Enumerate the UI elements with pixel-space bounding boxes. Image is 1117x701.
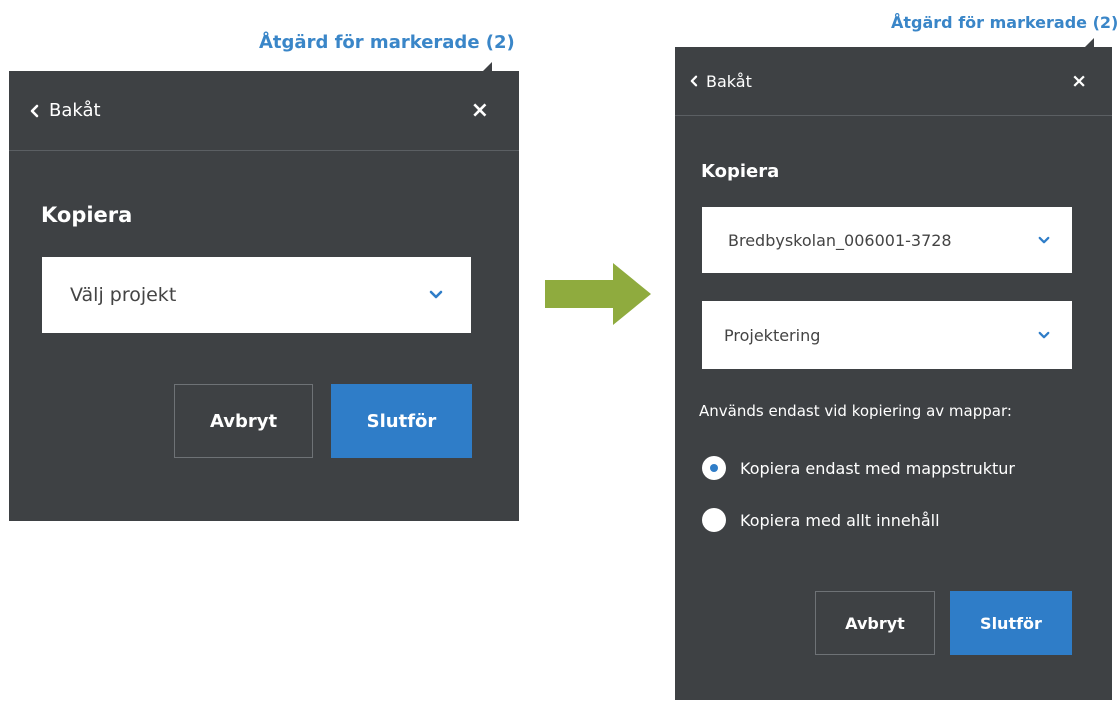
back-label: Bakåt [706, 71, 752, 91]
copy-dialog-expanded: Bakåt × Kopiera Bredbyskolan_006001-3728… [675, 38, 1112, 700]
folder-select-value: Projektering [724, 325, 821, 345]
back-label: Bakåt [49, 100, 101, 121]
dialog-title: Kopiera [41, 203, 133, 227]
chevron-left-icon [29, 104, 39, 118]
chevron-down-icon [1038, 236, 1050, 245]
cancel-button[interactable]: Avbryt [174, 384, 313, 458]
bulk-action-trigger-right[interactable]: Åtgärd för markerade (2) [891, 15, 1117, 31]
dialog-header: Bakåt × [675, 47, 1112, 116]
bulk-action-trigger[interactable]: Åtgärd för markerade (2) [259, 34, 515, 52]
radio-button-checked[interactable] [702, 456, 726, 480]
radio-button-unchecked[interactable] [702, 508, 726, 532]
chevron-down-icon [1038, 331, 1050, 340]
dialog-title: Kopiera [701, 161, 780, 182]
folder-select[interactable]: Projektering [702, 301, 1072, 369]
arrow-right-icon [545, 263, 651, 329]
finish-button[interactable]: Slutför [950, 591, 1072, 655]
radio-label: Kopiera med allt innehåll [740, 510, 940, 530]
project-select-value: Välj projekt [70, 284, 177, 306]
radio-option-structure-only[interactable]: Kopiera endast med mappstruktur [702, 456, 1015, 480]
close-icon[interactable]: × [471, 99, 489, 122]
back-button[interactable]: Bakåt [29, 100, 101, 121]
chevron-left-icon [689, 75, 698, 87]
cancel-button[interactable]: Avbryt [815, 591, 935, 655]
close-icon[interactable]: × [1071, 71, 1087, 91]
chevron-down-icon [429, 290, 443, 300]
back-button[interactable]: Bakåt [689, 72, 752, 91]
dialog-caret [1085, 38, 1094, 47]
project-select-value: Bredbyskolan_006001-3728 [728, 230, 952, 250]
radio-label: Kopiera endast med mappstruktur [740, 458, 1015, 478]
project-select[interactable]: Välj projekt [42, 257, 471, 333]
copy-dialog-initial: Bakåt × Kopiera Välj projekt Avbryt Slut… [9, 62, 519, 521]
dialog-header: Bakåt × [9, 71, 519, 151]
project-select[interactable]: Bredbyskolan_006001-3728 [702, 207, 1072, 273]
radio-option-all-content[interactable]: Kopiera med allt innehåll [702, 508, 940, 532]
finish-button[interactable]: Slutför [331, 384, 472, 458]
folder-copy-note: Används endast vid kopiering av mappar: [699, 402, 1012, 420]
dialog-caret [483, 62, 492, 71]
